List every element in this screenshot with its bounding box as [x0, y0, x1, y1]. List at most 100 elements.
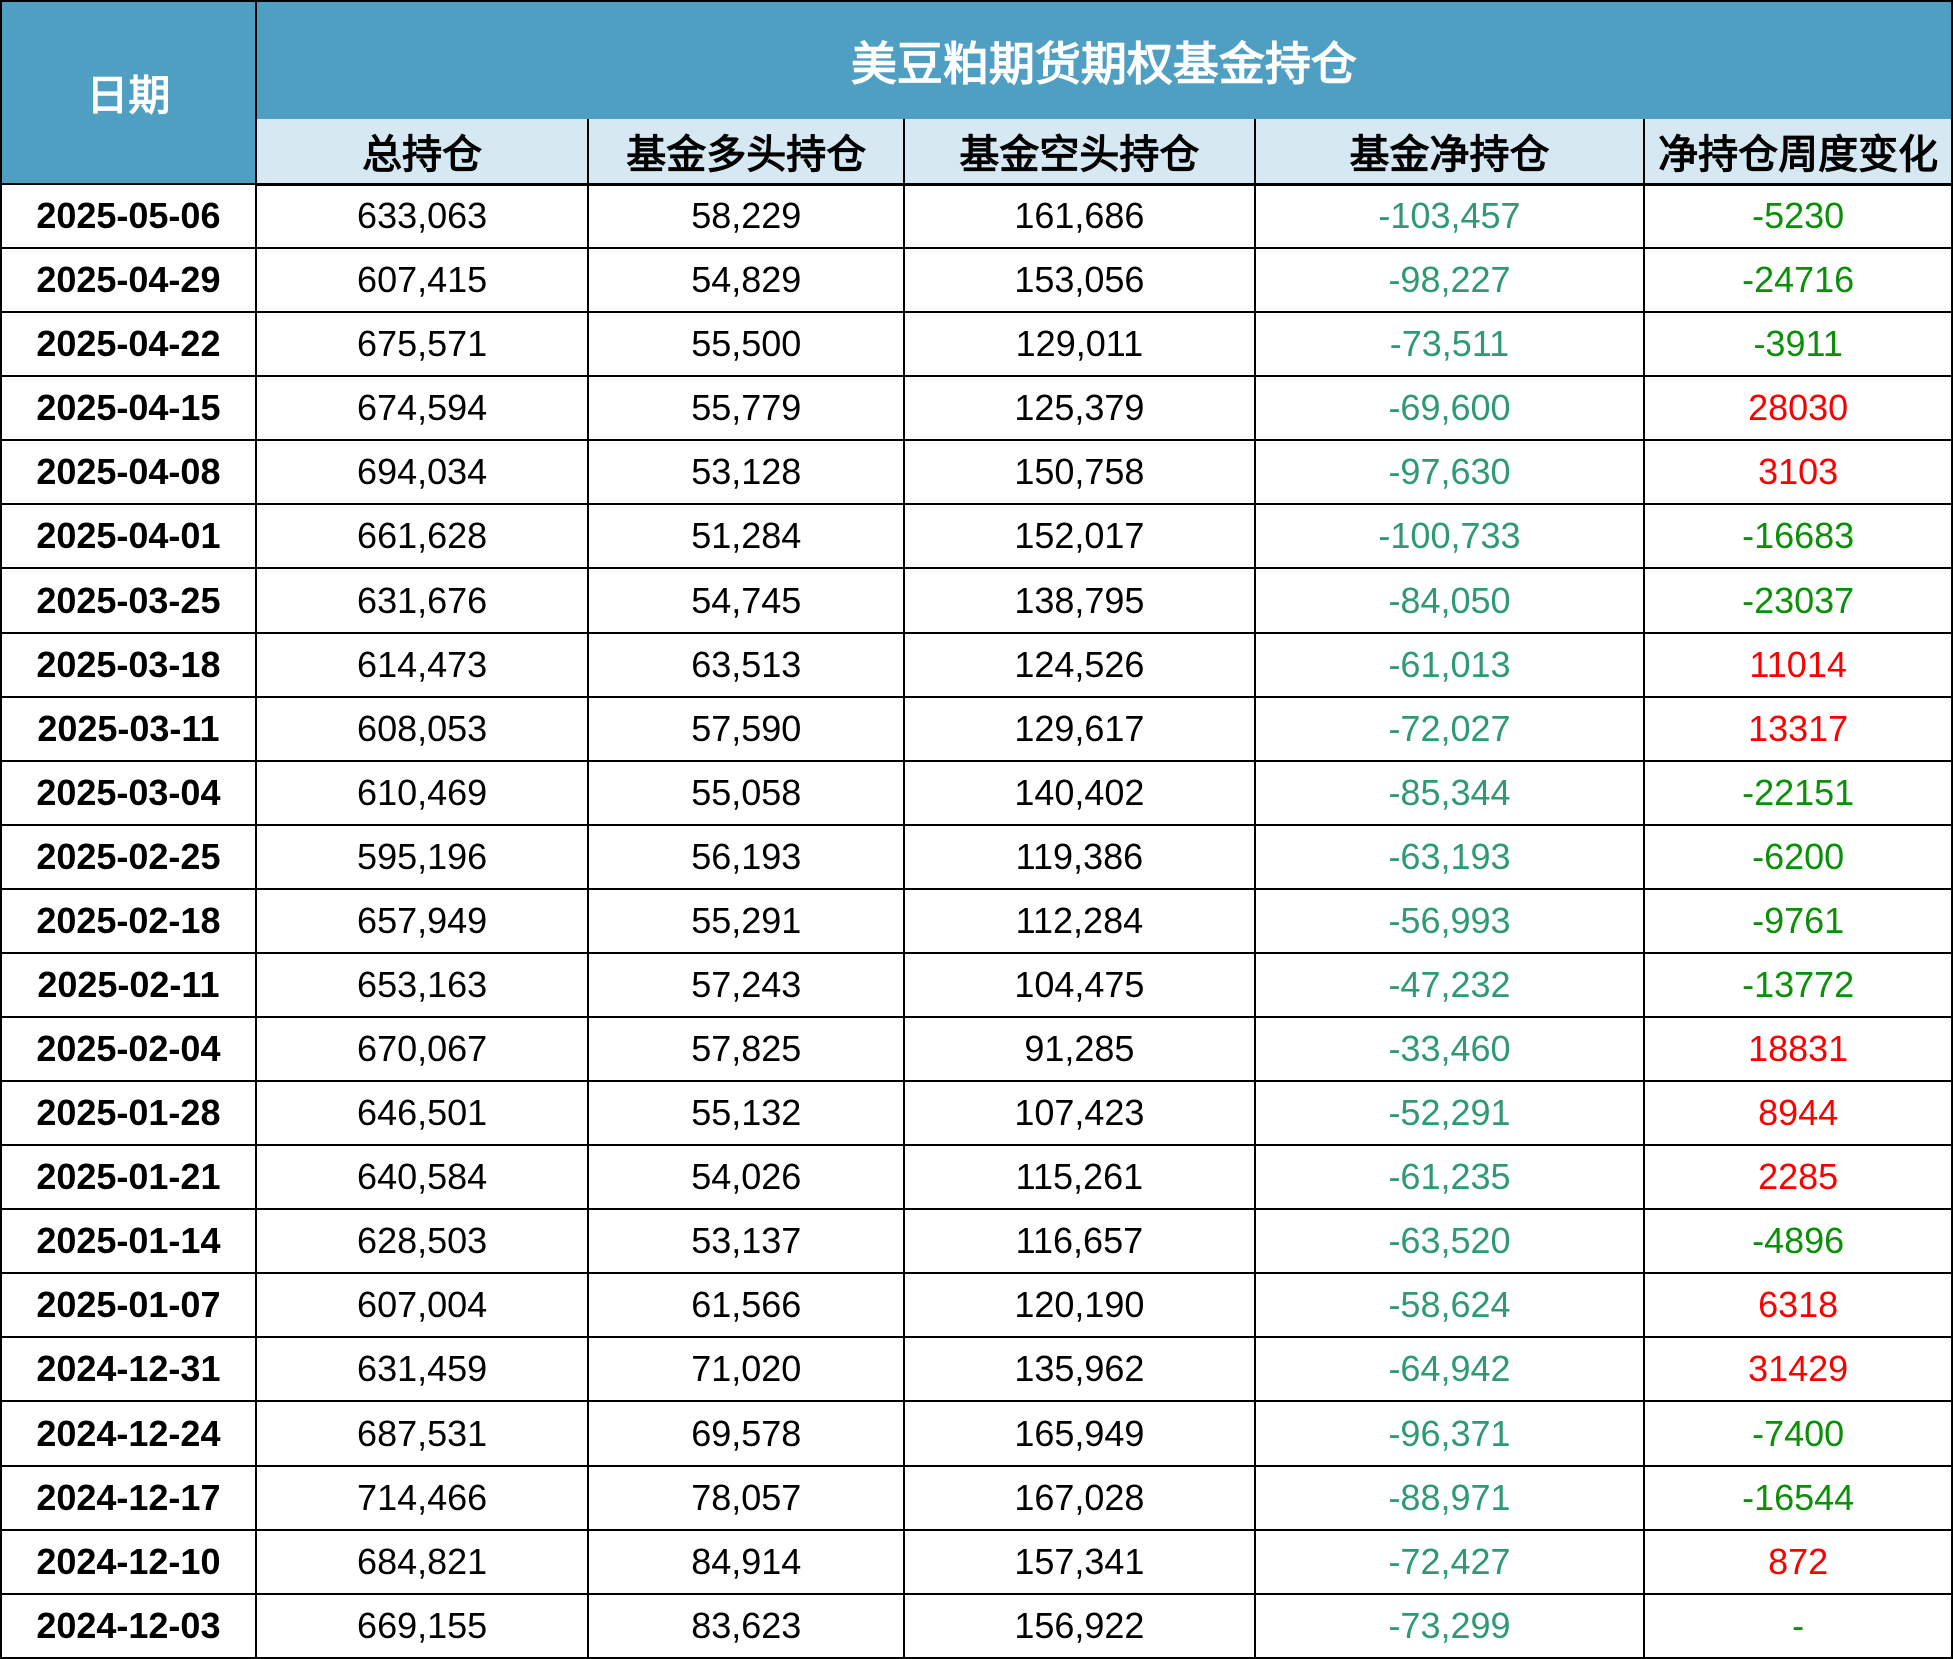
date-cell: 2025-05-06: [1, 184, 256, 248]
date-cell: 2025-04-01: [1, 504, 256, 568]
weekly-change-cell: 872: [1644, 1530, 1952, 1594]
fund-net-cell: -97,630: [1255, 440, 1645, 504]
fund-short-cell: 138,795: [904, 568, 1255, 632]
table-row: 2024-12-31631,45971,020135,962-64,942314…: [1, 1337, 1952, 1401]
fund-short-cell: 167,028: [904, 1466, 1255, 1530]
fund-positions-page: 日期 美豆粕期货期权基金持仓 总持仓 基金多头持仓 基金空头持仓 基金净持仓 净…: [0, 0, 1953, 1659]
fund-short-cell: 115,261: [904, 1145, 1255, 1209]
fund-long-cell: 55,779: [588, 376, 904, 440]
fund-net-cell: -58,624: [1255, 1273, 1645, 1337]
fund-net-cell: -69,600: [1255, 376, 1645, 440]
table-title: 美豆粕期货期权基金持仓: [256, 1, 1952, 119]
fund-net-cell: -98,227: [1255, 248, 1645, 312]
weekly-change-cell: -16683: [1644, 504, 1952, 568]
fund-net-cell: -61,235: [1255, 1145, 1645, 1209]
date-cell: 2024-12-24: [1, 1401, 256, 1465]
date-cell: 2025-03-11: [1, 697, 256, 761]
table-row: 2024-12-03669,15583,623156,922-73,299-: [1, 1594, 1952, 1658]
fund-long-cell: 54,829: [588, 248, 904, 312]
date-cell: 2025-04-29: [1, 248, 256, 312]
table-row: 2025-04-29607,41554,829153,056-98,227-24…: [1, 248, 1952, 312]
fund-long-cell: 53,128: [588, 440, 904, 504]
table-row: 2024-12-24687,53169,578165,949-96,371-74…: [1, 1401, 1952, 1465]
fund-short-cell: 140,402: [904, 761, 1255, 825]
col-header-fund-short-position: 基金空头持仓: [904, 119, 1255, 184]
total-position-cell: 694,034: [256, 440, 589, 504]
weekly-change-cell: -7400: [1644, 1401, 1952, 1465]
fund-long-cell: 55,058: [588, 761, 904, 825]
total-position-cell: 633,063: [256, 184, 589, 248]
weekly-change-cell: 28030: [1644, 376, 1952, 440]
date-column-header: 日期: [1, 1, 256, 184]
fund-short-cell: 129,617: [904, 697, 1255, 761]
total-position-cell: 714,466: [256, 1466, 589, 1530]
total-position-cell: 595,196: [256, 825, 589, 889]
date-cell: 2024-12-17: [1, 1466, 256, 1530]
total-position-cell: 670,067: [256, 1017, 589, 1081]
fund-long-cell: 57,243: [588, 953, 904, 1017]
total-position-cell: 674,594: [256, 376, 589, 440]
fund-short-cell: 150,758: [904, 440, 1255, 504]
date-cell: 2025-03-18: [1, 633, 256, 697]
date-cell: 2025-01-07: [1, 1273, 256, 1337]
fund-net-cell: -63,520: [1255, 1209, 1645, 1273]
weekly-change-cell: 3103: [1644, 440, 1952, 504]
date-cell: 2025-02-18: [1, 889, 256, 953]
weekly-change-cell: 2285: [1644, 1145, 1952, 1209]
fund-net-cell: -56,993: [1255, 889, 1645, 953]
fund-short-cell: 107,423: [904, 1081, 1255, 1145]
fund-net-cell: -100,733: [1255, 504, 1645, 568]
weekly-change-cell: -: [1644, 1594, 1952, 1658]
fund-net-cell: -63,193: [1255, 825, 1645, 889]
fund-short-cell: 157,341: [904, 1530, 1255, 1594]
fund-short-cell: 120,190: [904, 1273, 1255, 1337]
fund-long-cell: 69,578: [588, 1401, 904, 1465]
table-row: 2025-01-07607,00461,566120,190-58,624631…: [1, 1273, 1952, 1337]
fund-long-cell: 71,020: [588, 1337, 904, 1401]
date-cell: 2025-04-08: [1, 440, 256, 504]
table-row: 2025-02-18657,94955,291112,284-56,993-97…: [1, 889, 1952, 953]
date-cell: 2025-03-25: [1, 568, 256, 632]
weekly-change-cell: -13772: [1644, 953, 1952, 1017]
weekly-change-cell: -24716: [1644, 248, 1952, 312]
date-cell: 2025-02-11: [1, 953, 256, 1017]
fund-short-cell: 156,922: [904, 1594, 1255, 1658]
date-cell: 2024-12-10: [1, 1530, 256, 1594]
fund-short-cell: 135,962: [904, 1337, 1255, 1401]
fund-net-cell: -61,013: [1255, 633, 1645, 697]
fund-net-cell: -96,371: [1255, 1401, 1645, 1465]
date-cell: 2024-12-31: [1, 1337, 256, 1401]
fund-net-cell: -103,457: [1255, 184, 1645, 248]
fund-long-cell: 61,566: [588, 1273, 904, 1337]
table-row: 2025-04-08694,03453,128150,758-97,630310…: [1, 440, 1952, 504]
table-row: 2025-04-22675,57155,500129,011-73,511-39…: [1, 312, 1952, 376]
date-cell: 2025-04-15: [1, 376, 256, 440]
table-row: 2025-03-04610,46955,058140,402-85,344-22…: [1, 761, 1952, 825]
fund-long-cell: 58,229: [588, 184, 904, 248]
fund-net-cell: -84,050: [1255, 568, 1645, 632]
weekly-change-cell: -22151: [1644, 761, 1952, 825]
date-cell: 2025-03-04: [1, 761, 256, 825]
table-body: 2025-05-06633,06358,229161,686-103,457-5…: [1, 184, 1952, 1658]
fund-net-cell: -47,232: [1255, 953, 1645, 1017]
weekly-change-cell: 31429: [1644, 1337, 1952, 1401]
fund-net-cell: -73,299: [1255, 1594, 1645, 1658]
table-row: 2025-03-18614,47363,513124,526-61,013110…: [1, 633, 1952, 697]
total-position-cell: 607,004: [256, 1273, 589, 1337]
fund-long-cell: 56,193: [588, 825, 904, 889]
col-header-net-position-weekly-change: 净持仓周度变化: [1644, 119, 1952, 184]
total-position-cell: 610,469: [256, 761, 589, 825]
date-cell: 2024-12-03: [1, 1594, 256, 1658]
fund-short-cell: 129,011: [904, 312, 1255, 376]
table-row: 2025-01-14628,50353,137116,657-63,520-48…: [1, 1209, 1952, 1273]
fund-long-cell: 54,745: [588, 568, 904, 632]
total-position-cell: 669,155: [256, 1594, 589, 1658]
total-position-cell: 646,501: [256, 1081, 589, 1145]
table-row: 2024-12-10684,82184,914157,341-72,427872: [1, 1530, 1952, 1594]
total-position-cell: 628,503: [256, 1209, 589, 1273]
weekly-change-cell: -3911: [1644, 312, 1952, 376]
date-cell: 2025-02-04: [1, 1017, 256, 1081]
date-cell: 2025-01-28: [1, 1081, 256, 1145]
fund-short-cell: 125,379: [904, 376, 1255, 440]
fund-short-cell: 119,386: [904, 825, 1255, 889]
